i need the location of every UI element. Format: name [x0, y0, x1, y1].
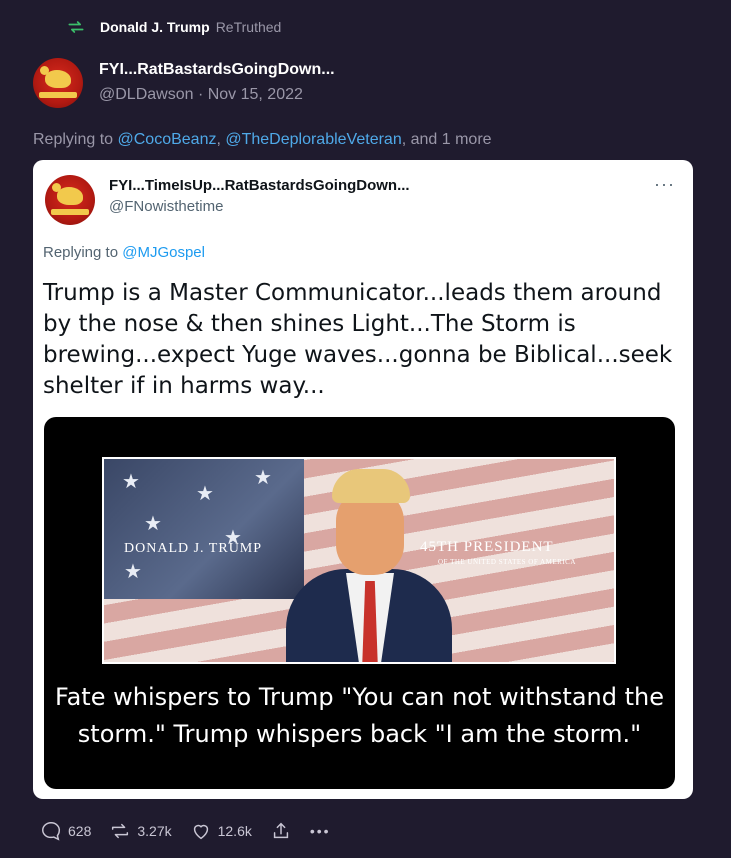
- ellipsis-icon: •••: [309, 823, 331, 839]
- replying-prefix: Replying to: [43, 244, 123, 261]
- star-icon: ★: [254, 467, 272, 489]
- retruth-button[interactable]: 3.27k: [109, 820, 172, 842]
- quoted-handle[interactable]: @FNowisthetime: [109, 198, 223, 215]
- quoted-replying-to: Replying to @MJGospel: [43, 244, 205, 261]
- comment-icon: [42, 822, 60, 841]
- replying-suffix[interactable]: , and 1 more: [402, 131, 492, 148]
- portrait: [286, 469, 452, 662]
- retruth-header: Donald J. Trump ReTruthed: [66, 16, 281, 38]
- mention-link[interactable]: @MJGospel: [122, 244, 205, 261]
- avatar[interactable]: [33, 58, 83, 108]
- author-display-name[interactable]: FYI...RatBastardsGoingDown...: [99, 60, 335, 80]
- retruth-label: ReTruthed: [215, 19, 282, 35]
- reply-count: 628: [68, 823, 92, 839]
- mention-link[interactable]: @TheDeplorableVeteran: [225, 131, 401, 148]
- share-icon: [273, 822, 289, 839]
- mention-link[interactable]: @CocoBeanz: [118, 131, 217, 148]
- action-bar: 628 3.27k 12.6k •••: [40, 820, 349, 842]
- meta-separator: ·: [193, 86, 208, 103]
- star-icon: ★: [124, 561, 142, 583]
- image-label-left: DONALD J. TRUMP: [124, 541, 263, 556]
- retruth-icon: [68, 21, 84, 33]
- image-label-sub: OF THE UNITED STATES OF AMERICA: [438, 558, 576, 566]
- reply-button[interactable]: 628: [40, 820, 91, 842]
- like-button[interactable]: 12.6k: [190, 820, 252, 842]
- star-icon: ★: [122, 471, 140, 493]
- author-handle[interactable]: @DLDawson: [99, 86, 194, 103]
- star-icon: ★: [144, 513, 162, 535]
- heart-icon: [193, 824, 208, 840]
- author-meta: @DLDawson · Nov 15, 2022: [99, 84, 335, 106]
- quoted-post-card[interactable]: FYI...TimeIsUp...RatBastardsGoingDown...…: [33, 160, 693, 799]
- share-button[interactable]: [270, 820, 292, 842]
- avatar[interactable]: [45, 175, 95, 225]
- more-options-icon[interactable]: ···: [654, 174, 675, 195]
- retruth-count: 3.27k: [137, 823, 172, 839]
- post-author: FYI...RatBastardsGoingDown... @DLDawson …: [33, 58, 335, 108]
- post-date[interactable]: Nov 15, 2022: [208, 86, 303, 103]
- quoted-display-name[interactable]: FYI...TimeIsUp...RatBastardsGoingDown...: [109, 177, 410, 194]
- like-count: 12.6k: [217, 823, 252, 839]
- replying-to: Replying to @CocoBeanz, @TheDeplorableVe…: [33, 131, 492, 149]
- image-label-right: 45TH PRESIDENT: [420, 539, 554, 555]
- retruth-icon: [112, 823, 129, 839]
- star-icon: ★: [196, 483, 214, 505]
- more-actions-button[interactable]: •••: [310, 823, 331, 839]
- retruth-user[interactable]: Donald J. Trump: [100, 19, 210, 35]
- image-caption: Fate whispers to Trump "You can not with…: [54, 683, 664, 748]
- post-image[interactable]: ★ ★ ★ ★ ★ ★ DONALD J. TRUMP 45TH PRESIDE…: [44, 417, 675, 789]
- image-frame: ★ ★ ★ ★ ★ ★ DONALD J. TRUMP 45TH PRESIDE…: [102, 457, 616, 664]
- quoted-body-text: Trump is a Master Communicator...leads t…: [43, 280, 673, 399]
- replying-prefix: Replying to: [33, 131, 118, 148]
